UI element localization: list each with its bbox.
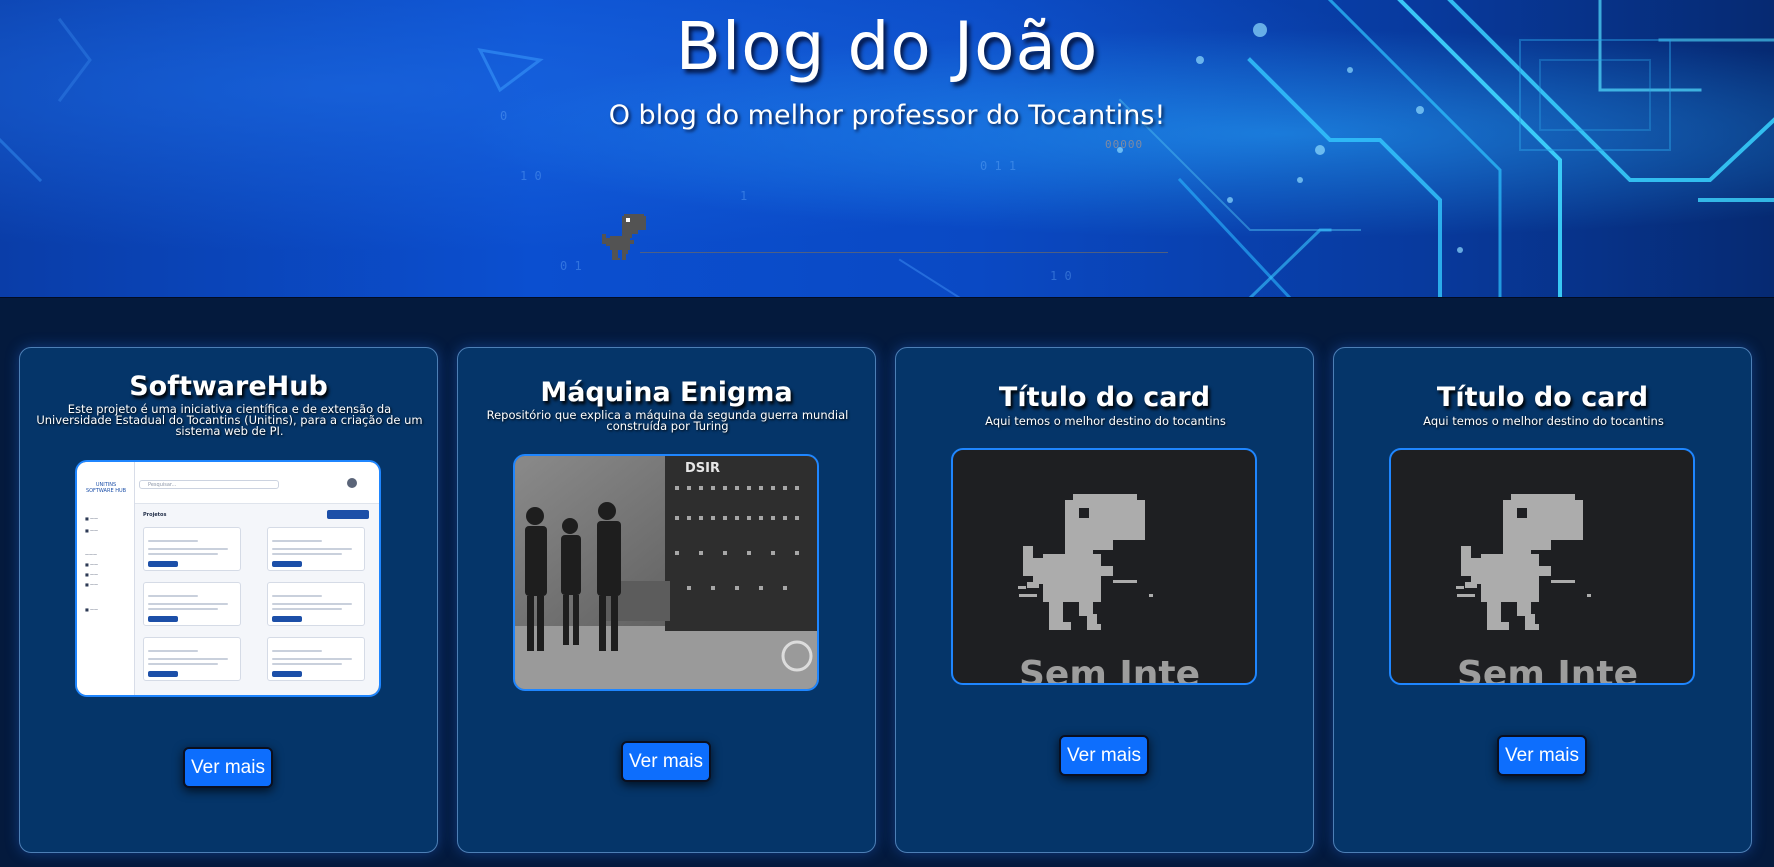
card-title: Título do card <box>1436 382 1649 413</box>
svg-text:1: 1 <box>740 189 747 203</box>
logo-bottom: SOFTWARE HUB <box>85 488 127 494</box>
card-description: Aqui temos o melhor destino do tocantins <box>985 414 1226 428</box>
card-title: Máquina Enigma <box>540 377 793 408</box>
preview-new-button <box>327 510 369 519</box>
cards-section: SoftwareHub Este projeto é uma iniciativ… <box>0 298 1774 867</box>
svg-text:1 0: 1 0 <box>520 169 542 183</box>
project-card-softwarehub: SoftwareHub Este projeto é uma iniciativ… <box>19 347 438 853</box>
offline-text: Sem Inte <box>1457 654 1638 683</box>
game-score: 00000 <box>1105 138 1144 151</box>
project-card-4: Título do card Aqui temos o melhor desti… <box>1333 347 1752 853</box>
svg-text:1 0: 1 0 <box>1050 269 1072 283</box>
card-description: Repositório que explica a máquina da seg… <box>486 408 849 433</box>
preview-section-title: Projetos <box>143 512 167 518</box>
card-image-enigma: DSIR <box>513 454 819 691</box>
card-image-softwarehub: UNITINS SOFTWARE HUB ■ —— ■ —— ——— ■ —— … <box>75 460 381 697</box>
ver-mais-button[interactable]: Ver mais <box>621 741 711 782</box>
project-card-enigma: Máquina Enigma Repositório que explica a… <box>457 347 876 853</box>
offline-dino-icon: Sem Inte <box>1456 494 1638 683</box>
softwarehub-screenshot: UNITINS SOFTWARE HUB ■ —— ■ —— ——— ■ —— … <box>77 462 379 695</box>
page-title: Blog do João <box>675 8 1099 85</box>
card-title: SoftwareHub <box>129 371 328 402</box>
card-image-offline: Sem Inte <box>951 448 1257 685</box>
svg-text:0 1: 0 1 <box>560 259 582 273</box>
project-card-3: Título do card Aqui temos o melhor desti… <box>895 347 1314 853</box>
card-image-offline: Sem Inte <box>1389 448 1695 685</box>
card-description: Este projeto é uma iniciativa científica… <box>36 402 423 438</box>
preview-search-input: Pesquisar... <box>139 480 279 489</box>
offline-text: Sem Inte <box>1019 654 1200 683</box>
ver-mais-button[interactable]: Ver mais <box>1497 735 1587 776</box>
dino-runner-icon[interactable] <box>602 214 646 262</box>
ver-mais-button[interactable]: Ver mais <box>1059 735 1149 776</box>
svg-text:0 1 1: 0 1 1 <box>980 159 1016 173</box>
card-title: Título do card <box>998 382 1211 413</box>
game-ground <box>640 252 1168 253</box>
ver-mais-button[interactable]: Ver mais <box>183 747 273 788</box>
hero-banner: 1 00 11 0 1 11 00 Blog do João O blog do… <box>0 0 1774 298</box>
photo-sign-text: DSIR <box>685 461 720 476</box>
card-description: Aqui temos o melhor destino do tocantins <box>1423 414 1664 428</box>
page-subtitle: O blog do melhor professor do Tocantins! <box>608 100 1166 131</box>
computer-room-photo: DSIR <box>515 456 817 689</box>
preview-avatar <box>347 478 357 488</box>
offline-dino-icon: Sem Inte <box>1018 494 1200 683</box>
